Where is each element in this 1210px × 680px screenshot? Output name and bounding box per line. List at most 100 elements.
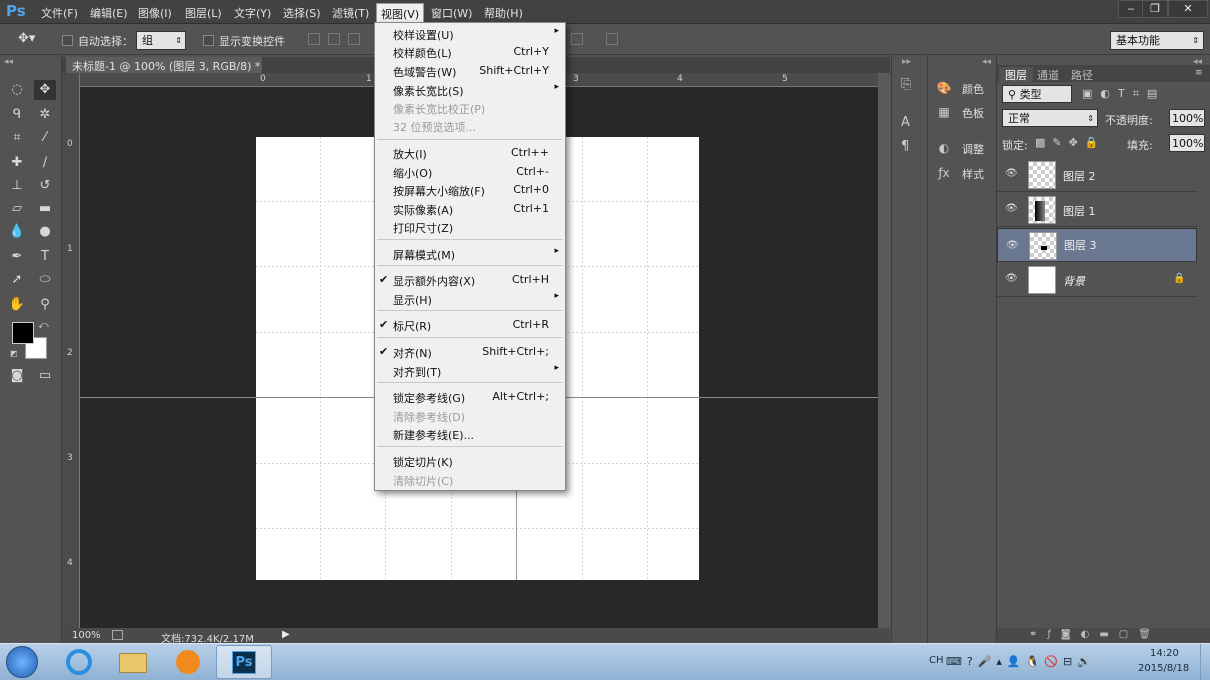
dodge-tool-icon[interactable]: ●	[34, 222, 56, 242]
eyedropper-icon[interactable]: ⁄	[34, 128, 56, 148]
tab-channels[interactable]: 通道	[1037, 67, 1059, 83]
menu-help[interactable]: 帮助(H)	[484, 5, 523, 21]
menu-item-pixel-aspect-ratio[interactable]: 像素长宽比(S) ▸	[375, 81, 565, 99]
lasso-tool-icon[interactable]: ᑫ	[6, 105, 28, 125]
menu-edit[interactable]: 编辑(E)	[90, 5, 128, 21]
show-desktop-button[interactable]	[1200, 644, 1210, 680]
panel-adjustments[interactable]: ◐ 调整	[928, 137, 994, 159]
distribute-icon[interactable]	[571, 33, 583, 45]
menu-type[interactable]: 文字(Y)	[234, 5, 271, 21]
menu-item-lock-guides[interactable]: 锁定参考线(G) Alt+Ctrl+;	[375, 388, 565, 406]
eraser-icon[interactable]: ▱	[6, 199, 28, 219]
vertical-scrollbar[interactable]	[878, 73, 890, 628]
clone-stamp-icon[interactable]: ⊥	[6, 176, 28, 196]
auto-select-checkbox[interactable]	[62, 35, 73, 46]
auto-select-dropdown[interactable]: 组 ⇕	[136, 31, 186, 50]
foreground-color-swatch[interactable]	[12, 322, 34, 344]
eye-icon[interactable]: 👁	[1005, 168, 1019, 180]
menu-window[interactable]: 窗口(W)	[431, 5, 472, 21]
media-player-taskbar-icon[interactable]	[160, 645, 216, 679]
menu-item-actual-pixels[interactable]: 实际像素(A) Ctrl+1	[375, 200, 565, 218]
panel-color[interactable]: 🎨 颜色	[928, 77, 994, 99]
workspace-dropdown[interactable]: 基本功能 ⇕	[1110, 31, 1204, 50]
menu-item-extras[interactable]: ✔ 显示额外内容(X) Ctrl+H	[375, 271, 565, 289]
status-icon[interactable]	[112, 630, 123, 640]
status-menu-arrow-icon[interactable]: ▶	[282, 629, 290, 640]
restore-button[interactable]: ❐	[1142, 0, 1168, 18]
history-panel-icon[interactable]: ⎘	[901, 77, 919, 95]
fill-input[interactable]: 100%	[1169, 134, 1205, 152]
ellipse-tool-icon[interactable]: ⬭	[34, 270, 56, 290]
zoom-level[interactable]: 100%	[72, 630, 101, 641]
layer-row[interactable]: 👁 图层 2	[997, 158, 1197, 192]
menu-image[interactable]: 图像(I)	[138, 5, 172, 21]
ie-taskbar-icon[interactable]	[52, 645, 108, 679]
paragraph-panel-icon[interactable]: ¶	[901, 139, 919, 157]
blur-tool-icon[interactable]: 💧	[6, 222, 28, 242]
photoshop-taskbar-button[interactable]: Ps	[216, 645, 272, 679]
minimize-button[interactable]: ‒	[1118, 0, 1144, 18]
align-top-icon[interactable]	[308, 33, 320, 45]
lock-icons[interactable]: ▩✎✥🔒	[1035, 136, 1106, 149]
default-colors-icon[interactable]: ◩	[10, 349, 18, 358]
menu-item-new-guide[interactable]: 新建参考线(E)...	[375, 425, 565, 443]
layers-footer-icons[interactable]: ⚭ƒ◙◐▬▢🗑	[1029, 629, 1161, 640]
marquee-tool-icon[interactable]: ◌	[6, 80, 28, 100]
menu-item-zoom-out[interactable]: 缩小(O) Ctrl+-	[375, 163, 565, 181]
zoom-tool-icon[interactable]: ⚲	[34, 295, 56, 315]
menu-item-print-size[interactable]: 打印尺寸(Z)	[375, 218, 565, 236]
character-panel-icon[interactable]: A	[901, 115, 919, 133]
show-transform-checkbox[interactable]	[203, 35, 214, 46]
crop-tool-icon[interactable]: ⌗	[6, 128, 28, 148]
language-indicator[interactable]: CH	[929, 655, 944, 666]
ruler-vertical[interactable]: 0 1 2 3 4	[62, 73, 80, 628]
menu-item-fit-on-screen[interactable]: 按屏幕大小缩放(F) Ctrl+0	[375, 181, 565, 199]
pen-tool-icon[interactable]: ✒	[6, 247, 28, 267]
tab-paths[interactable]: 路径	[1071, 67, 1093, 83]
tab-layers[interactable]: 图层	[999, 67, 1033, 83]
menu-layer[interactable]: 图层(L)	[185, 5, 222, 21]
menu-select[interactable]: 选择(S)	[283, 5, 321, 21]
layer-row-selected[interactable]: 👁 图层 3	[997, 228, 1197, 262]
tray-icons[interactable]: ⌨?🎤▴👤🐧🚫⊟🔊	[946, 655, 1096, 668]
screen-mode-icon[interactable]: ▭	[34, 366, 56, 386]
move-tool-preset-icon[interactable]: ✥▾	[18, 31, 48, 49]
align-bottom-icon[interactable]	[348, 33, 360, 45]
filter-icons[interactable]: ▣◐T⌗▤	[1082, 87, 1165, 101]
clock-time[interactable]: 14:20	[1150, 648, 1179, 659]
explorer-taskbar-icon[interactable]	[106, 645, 162, 679]
menu-item-gamut-warning[interactable]: 色域警告(W) Shift+Ctrl+Y	[375, 62, 565, 80]
close-button[interactable]: ✕	[1168, 0, 1208, 18]
align-vcenter-icon[interactable]	[328, 33, 340, 45]
eye-icon[interactable]: 👁	[1006, 239, 1020, 251]
collapse-panel-icon[interactable]: ◂◂	[4, 57, 13, 67]
move-tool-icon[interactable]: ✥	[34, 80, 56, 100]
panel-menu-icon[interactable]: ≡	[1195, 68, 1203, 78]
menu-item-snap[interactable]: ✔ 对齐(N) Shift+Ctrl+;	[375, 343, 565, 361]
menu-file[interactable]: 文件(F)	[41, 5, 78, 21]
opacity-input[interactable]: 100%	[1169, 109, 1205, 127]
brush-tool-icon[interactable]: ∕	[34, 153, 56, 173]
blend-mode-dropdown[interactable]: 正常 ⇕	[1002, 109, 1098, 127]
document-tab[interactable]: 未标题-1 @ 100% (图层 3, RGB/8) * ×	[66, 57, 262, 73]
quick-mask-icon[interactable]: ◙	[6, 366, 28, 386]
menu-item-rulers[interactable]: ✔ 标尺(R) Ctrl+R	[375, 316, 565, 334]
menu-item-proof-colors[interactable]: 校样颜色(L) Ctrl+Y	[375, 43, 565, 61]
menu-item-lock-slices[interactable]: 锁定切片(K)	[375, 452, 565, 470]
path-select-icon[interactable]: ➚	[6, 270, 28, 290]
healing-brush-icon[interactable]: ✚	[6, 153, 28, 173]
panel-styles[interactable]: ƒx 样式	[928, 162, 994, 184]
clock-date[interactable]: 2015/8/18	[1138, 663, 1189, 674]
type-tool-icon[interactable]: T	[34, 247, 56, 267]
expand-panels-icon[interactable]: ▸▸	[902, 57, 911, 67]
layer-filter-dropdown[interactable]: ⚲ 类型	[1002, 85, 1072, 103]
menu-item-snap-to[interactable]: 对齐到(T) ▸	[375, 362, 565, 380]
layer-row[interactable]: 👁 图层 1	[997, 193, 1197, 227]
hand-tool-icon[interactable]: ✋	[6, 295, 28, 315]
menu-item-proof-setup[interactable]: 校样设置(U) ▸	[375, 25, 565, 43]
layer-row[interactable]: 👁 背景 🔒	[997, 263, 1197, 297]
collapse-column-icon[interactable]: ◂◂	[982, 57, 991, 67]
menu-filter[interactable]: 滤镜(T)	[332, 5, 369, 21]
history-brush-icon[interactable]: ↺	[34, 176, 56, 196]
menu-item-zoom-in[interactable]: 放大(I) Ctrl++	[375, 144, 565, 162]
